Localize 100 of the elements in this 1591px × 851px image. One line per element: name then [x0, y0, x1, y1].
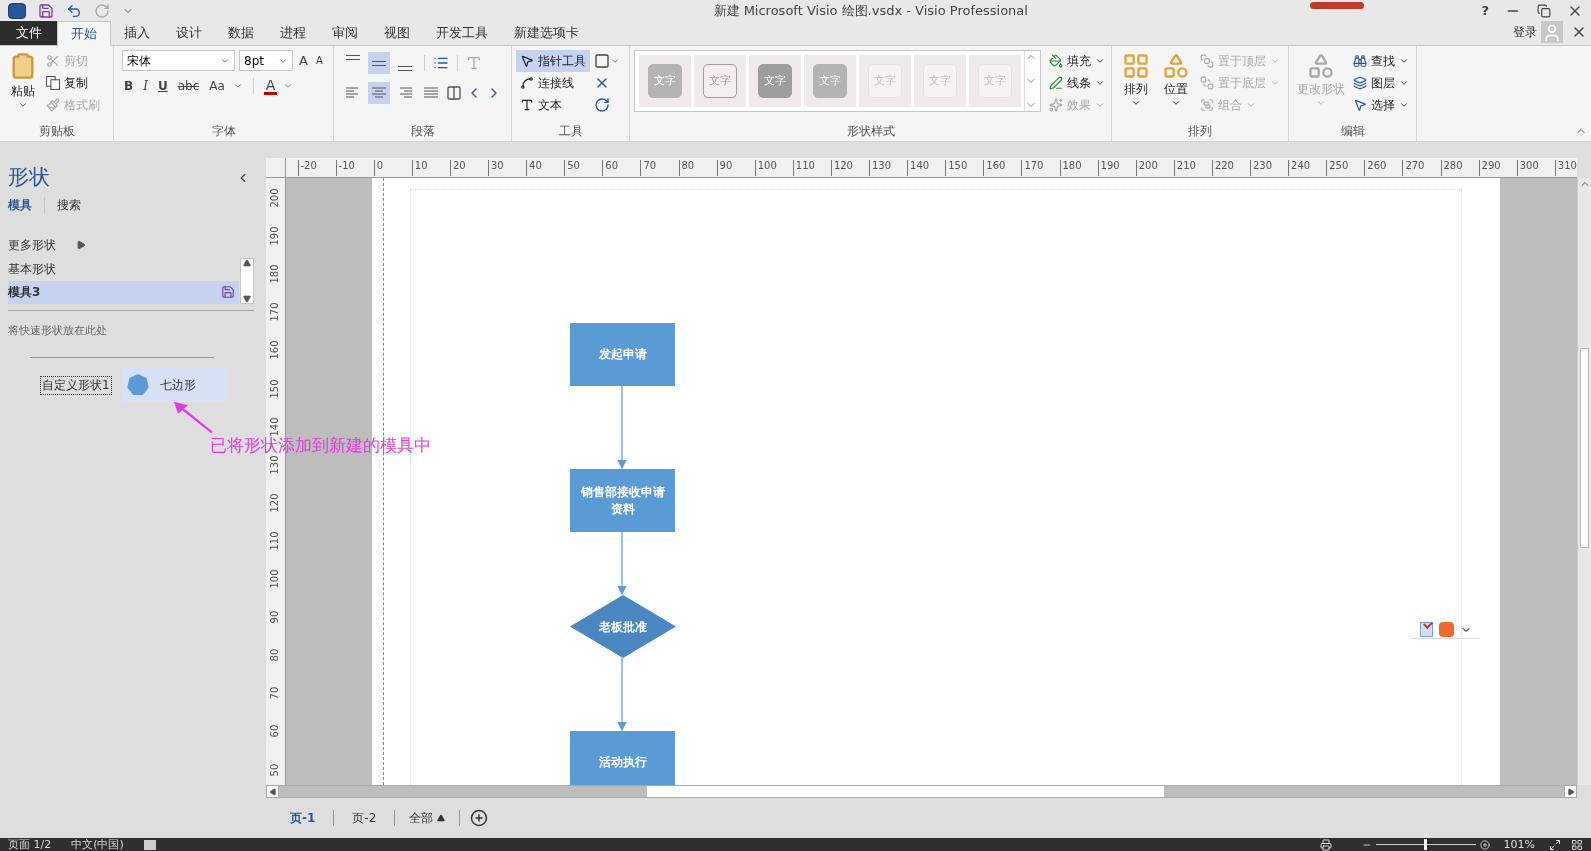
ruler-label: 140	[269, 416, 281, 437]
font-color-button[interactable]: A	[263, 77, 278, 95]
restore-icon[interactable]	[1537, 4, 1551, 18]
grid-icon	[1122, 52, 1150, 80]
ruler-label: 90	[716, 160, 733, 176]
ruler-label: 30	[488, 160, 504, 176]
more-shapes-link[interactable]: 更多形状	[8, 235, 56, 254]
zoom-slider[interactable]	[1375, 839, 1476, 850]
group-label: 工具	[558, 123, 583, 140]
all-pages-button[interactable]: 全部	[395, 809, 460, 827]
help-button[interactable]: ?	[1481, 1, 1489, 21]
large-ribbon-button[interactable]: 位置	[1156, 50, 1196, 121]
ruler-label: 130	[269, 454, 281, 475]
file-tab[interactable]: 文件	[0, 21, 57, 45]
ribbon-tab[interactable]: 进程	[267, 21, 319, 45]
group-label: 段落	[410, 123, 435, 140]
caret-icon	[1270, 56, 1280, 66]
pen-icon	[1049, 76, 1063, 90]
ribbon-tab[interactable]: 新建选项卡	[501, 21, 592, 45]
font-style-button[interactable]: B	[122, 77, 136, 95]
font-style-button[interactable]: abc	[175, 77, 202, 95]
group-label: 排列	[1188, 123, 1212, 140]
tool-button[interactable]: 连接线	[516, 72, 590, 94]
ribbon-tab[interactable]: 开始	[57, 21, 111, 46]
page-tab[interactable]: 页-1	[272, 809, 334, 827]
ruler-label: 230	[1250, 160, 1273, 176]
ribbon-tab[interactable]: 数据	[215, 21, 267, 45]
tool-button[interactable]: 文本	[516, 94, 590, 116]
text-icon	[520, 98, 534, 112]
bullets-icon[interactable]	[433, 55, 449, 71]
scrollbar-thumb[interactable]	[647, 786, 1164, 797]
rectangle-icon[interactable]	[594, 53, 610, 69]
caret-icon	[1270, 78, 1280, 88]
align-top-icon	[346, 55, 360, 60]
vertical-scrollbar[interactable]	[1577, 178, 1591, 785]
macro-icon[interactable]	[143, 839, 156, 850]
text-direction-icon[interactable]	[446, 85, 462, 101]
scroll-up-icon[interactable]	[243, 258, 251, 267]
scroll-left-icon[interactable]	[268, 787, 277, 796]
large-ribbon-button[interactable]: 排列	[1116, 50, 1156, 121]
horizontal-scrollbar[interactable]	[266, 785, 1577, 798]
master-shape-item[interactable]: 七边形	[121, 368, 228, 402]
ribbon-button[interactable]: 复制	[42, 72, 104, 94]
switch-window-icon[interactable]	[1571, 838, 1583, 851]
save-icon[interactable]	[221, 285, 235, 299]
ruler-label: -10	[335, 160, 355, 176]
ribbon-button[interactable]: 图层	[1349, 72, 1413, 94]
vertical-align-button[interactable]	[368, 52, 390, 74]
undo-icon[interactable]	[66, 3, 82, 19]
caret-icon	[1131, 98, 1141, 108]
paste-button[interactable]: 粘贴	[4, 50, 42, 121]
font-style-button[interactable]: Aa	[207, 77, 227, 95]
font-family-field[interactable]: 宋体	[122, 50, 235, 71]
font-size-field[interactable]: 8pt	[239, 50, 293, 71]
stencil-item[interactable]: 基本形状	[8, 257, 239, 281]
group-label: 字体	[211, 123, 236, 140]
ruler-label: 290	[1478, 160, 1501, 176]
shrink-font-button[interactable]: A	[313, 53, 325, 68]
scrollbar-thumb[interactable]	[1580, 348, 1589, 548]
save-icon[interactable]	[38, 3, 54, 19]
ribbon-button[interactable]: 查找	[1349, 50, 1413, 72]
page-tab[interactable]: 页-2	[334, 809, 395, 827]
decision-shape[interactable]: 老板批准	[570, 595, 676, 658]
fit-window-icon[interactable]	[1549, 838, 1561, 851]
ribbon-button[interactable]: 填充	[1045, 50, 1109, 72]
align-middle-icon	[372, 60, 386, 66]
ruler-label: 70	[269, 685, 281, 702]
ribbon-tab[interactable]: 插入	[111, 21, 163, 45]
ribbon-button[interactable]: 选择	[1349, 94, 1413, 116]
thermometer-icon	[1310, 2, 1364, 9]
scroll-down-icon[interactable]	[243, 294, 251, 303]
rotate-icon[interactable]	[594, 97, 610, 113]
ruler-label: 60	[269, 724, 281, 740]
panel-tab[interactable]: 搜索	[57, 195, 81, 214]
send-to-back-icon	[1200, 76, 1214, 90]
stencil-item[interactable]: 模具3	[8, 280, 239, 304]
ribbon-tab[interactable]: 开发工具	[423, 21, 501, 45]
font-style-button[interactable]: U	[155, 77, 170, 95]
ribbon-tab[interactable]: 审阅	[319, 21, 371, 45]
sign-in-link[interactable]: 登录	[1513, 23, 1537, 41]
tool-button[interactable]: 指针工具	[516, 50, 590, 72]
ruler-label: 170	[1021, 160, 1044, 176]
master-shape-item[interactable]: 自定义形状1	[40, 375, 112, 395]
grow-font-button[interactable]: A	[297, 50, 310, 71]
ruler-label: 110	[792, 160, 815, 176]
ribbon-tab[interactable]: 视图	[371, 21, 423, 45]
scroll-right-icon[interactable]	[1566, 787, 1575, 796]
zoom-in-icon[interactable]	[1479, 839, 1490, 850]
language-indicator: 中文(中国)	[71, 838, 124, 851]
font-style-button[interactable]: I	[141, 77, 150, 95]
ruler-label: 160	[983, 160, 1006, 176]
add-page-icon[interactable]	[470, 809, 489, 827]
panel-tab[interactable]: 模具	[8, 195, 32, 214]
fit-page-icon[interactable]	[1319, 838, 1332, 851]
ribbon-button[interactable]: 线条	[1045, 72, 1109, 94]
scrollbar[interactable]	[240, 257, 254, 304]
sparkle-icon	[1049, 98, 1063, 112]
zoom-level[interactable]: 101%	[1503, 838, 1535, 851]
ribbon-tab[interactable]: 设计	[163, 21, 215, 45]
caret-icon	[1399, 78, 1409, 88]
